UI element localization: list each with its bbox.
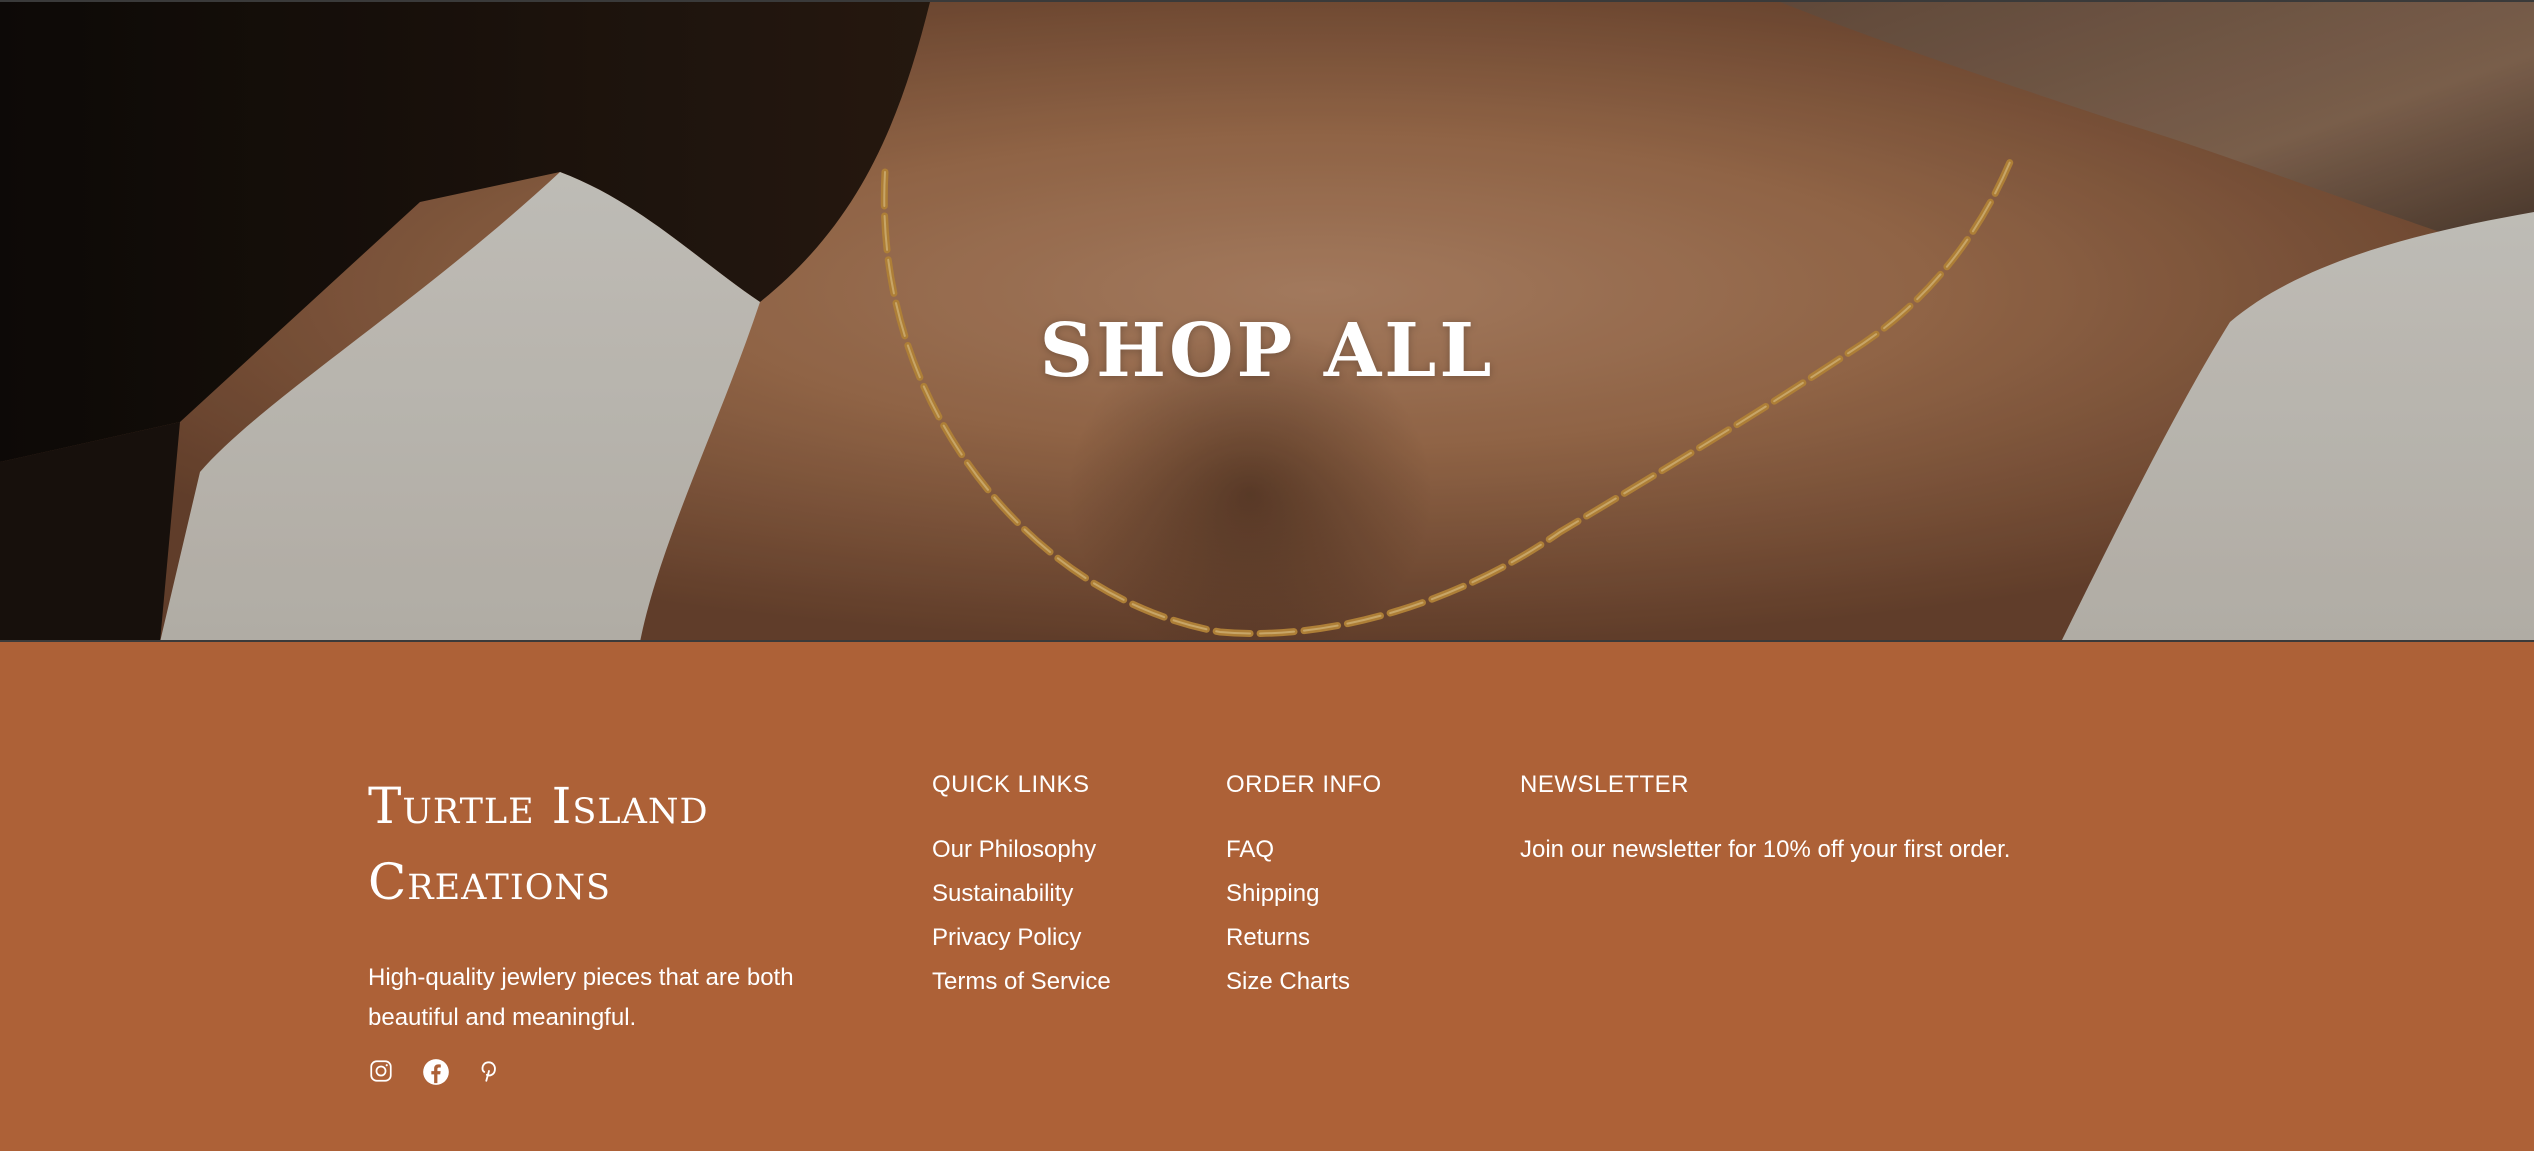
brand-name[interactable]: Turtle Island Creations <box>368 768 888 920</box>
quick-links-list: Our Philosophy Sustainability Privacy Po… <box>932 828 1111 1004</box>
hero-banner: SHOP ALL <box>0 0 2534 642</box>
pinterest-icon[interactable] <box>476 1058 508 1090</box>
site-footer: Turtle Island Creations High-quality jew… <box>0 642 2534 1151</box>
social-links <box>368 1058 888 1090</box>
footer-link-size-charts[interactable]: Size Charts <box>1226 960 1382 1004</box>
footer-link-shipping[interactable]: Shipping <box>1226 872 1382 916</box>
brand-name-line1: Turtle Island <box>368 777 709 835</box>
order-info-column: ORDER INFO FAQ Shipping Returns Size Cha… <box>1226 768 1382 1004</box>
quick-links-title: QUICK LINKS <box>932 771 1090 798</box>
footer-link-returns[interactable]: Returns <box>1226 916 1382 960</box>
footer-link-privacy-policy[interactable]: Privacy Policy <box>932 916 1111 960</box>
footer-link-sustainability[interactable]: Sustainability <box>932 872 1111 916</box>
footer-link-faq[interactable]: FAQ <box>1226 828 1382 872</box>
footer-link-our-philosophy[interactable]: Our Philosophy <box>932 828 1111 872</box>
order-info-list: FAQ Shipping Returns Size Charts <box>1226 828 1382 1004</box>
quick-links-column: QUICK LINKS Our Philosophy Sustainabilit… <box>932 768 1111 1004</box>
brand-description: High-quality jewlery pieces that are bot… <box>368 964 794 1031</box>
brand-name-line2: Creations <box>368 853 611 911</box>
page-title: SHOP ALL <box>1039 307 1495 394</box>
newsletter-text: Join our newsletter for 10% off your fir… <box>1520 836 2011 863</box>
facebook-icon[interactable] <box>422 1058 454 1090</box>
instagram-icon[interactable] <box>368 1058 400 1090</box>
footer-brand: Turtle Island Creations High-quality jew… <box>368 768 888 1090</box>
order-info-title: ORDER INFO <box>1226 771 1382 798</box>
newsletter-title: NEWSLETTER <box>1520 771 1690 798</box>
footer-link-terms-of-service[interactable]: Terms of Service <box>932 960 1111 1004</box>
newsletter-column: NEWSLETTER Join our newsletter for 10% o… <box>1520 768 2010 872</box>
